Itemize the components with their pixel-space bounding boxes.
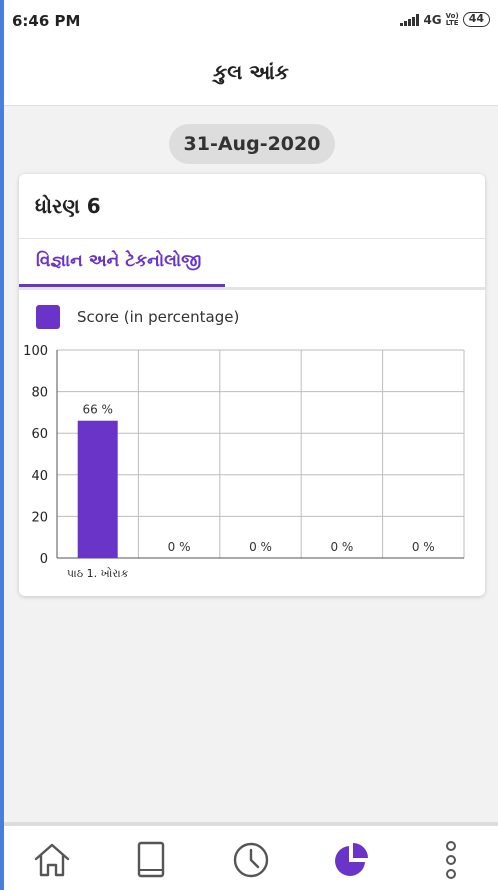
tab-subject[interactable]: વિજ્ઞાન અને ટેકનોલોજી <box>19 239 225 287</box>
lte-label: LTE <box>445 18 459 27</box>
score-bar-chart: 0 20 40 60 80 100 66 % પાઠ 1. ખોરાક 0 % 0 % 0 % 0 % <box>23 344 465 580</box>
data-label: 66 % <box>82 403 113 417</box>
class-title: ધોરણ 6 <box>35 194 101 218</box>
page-title: કુલ આંક <box>213 60 289 84</box>
legend-label: Score (in percentage) <box>77 308 240 326</box>
y-tick-label: 20 <box>31 510 48 525</box>
x-tick-label: પાઠ 1. ખોરાક <box>67 567 129 580</box>
y-tick-label: 100 <box>23 344 48 359</box>
nav-score[interactable] <box>331 840 371 880</box>
bar <box>77 420 118 558</box>
bottom-navigation <box>4 822 498 890</box>
nav-history[interactable] <box>231 840 271 880</box>
nav-more[interactable] <box>431 840 471 880</box>
y-tick-label: 0 <box>40 552 48 567</box>
home-icon <box>34 843 70 877</box>
battery-icon: 44 <box>462 12 490 27</box>
network-type: 4G <box>423 12 442 27</box>
app-header: કુલ આંક <box>4 42 498 106</box>
nav-home[interactable] <box>32 840 72 880</box>
data-label: 0 % <box>412 540 435 554</box>
y-tick-label: 80 <box>31 386 48 401</box>
status-time: 6:46 PM <box>12 12 81 30</box>
tab-divider <box>19 287 485 290</box>
chart-legend: Score (in percentage) <box>36 305 239 329</box>
score-card: ધોરણ 6 વિજ્ઞાન અને ટેકનોલોજી Score (in p… <box>19 174 485 596</box>
status-indicators: 4G Vo) LTE 44 <box>400 12 490 27</box>
date-chip[interactable]: 31-Aug-2020 <box>169 124 335 164</box>
data-label: 0 % <box>330 540 353 554</box>
y-tick-label: 60 <box>31 427 48 442</box>
status-bar: 6:46 PM 4G Vo) LTE 44 <box>4 0 498 42</box>
volte-icon: Vo) LTE <box>445 12 459 27</box>
clock-icon <box>233 842 269 878</box>
tab-subject-label: વિજ્ઞાન અને ટેકનોલોજી <box>36 251 202 271</box>
y-tick-label: 40 <box>31 469 48 484</box>
signal-icon <box>400 13 420 26</box>
legend-swatch <box>36 305 60 329</box>
pie-chart-icon <box>335 843 368 876</box>
window-left-edge <box>0 0 4 890</box>
data-label: 0 % <box>168 540 191 554</box>
more-vertical-icon <box>446 841 456 879</box>
nav-book[interactable] <box>131 840 171 880</box>
data-label: 0 % <box>249 540 272 554</box>
book-icon <box>137 841 165 878</box>
